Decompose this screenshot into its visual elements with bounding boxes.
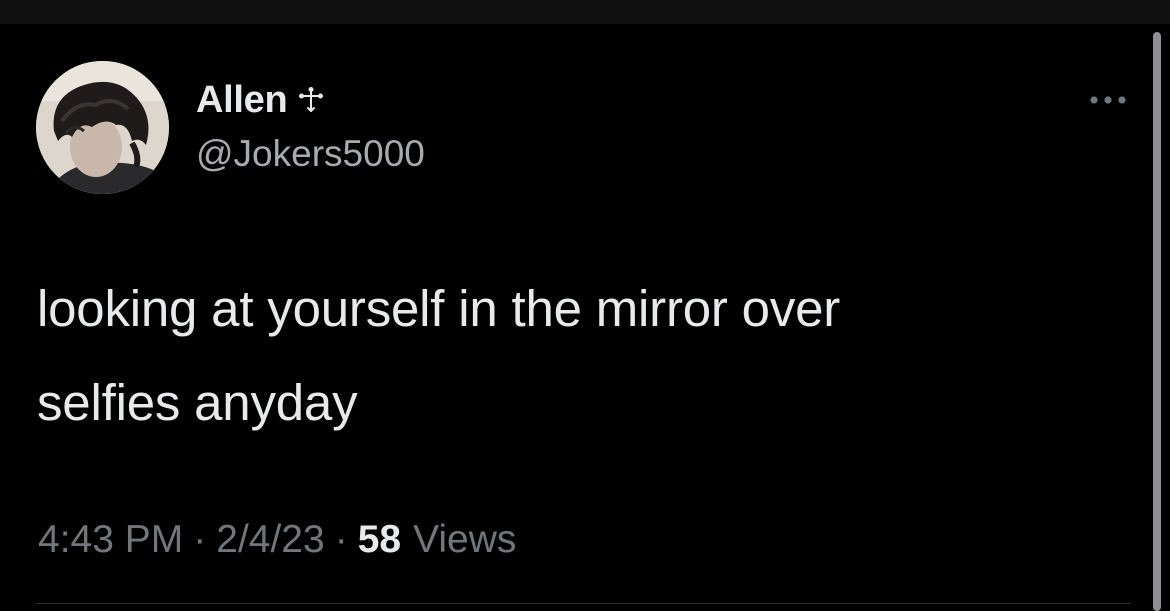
meta-separator: · [193, 518, 207, 561]
avatar[interactable] [36, 61, 169, 194]
scrollbar[interactable] [1153, 32, 1161, 611]
avatar-photo [36, 61, 169, 194]
author-display-name[interactable]: Allen [196, 79, 288, 122]
cross-icon [299, 87, 324, 113]
tweet-meta: 4:43 PM · 2/4/23 · 58 Views [38, 514, 516, 566]
meta-separator: · [334, 518, 348, 561]
tweet-text: looking at yourself in the mirror over s… [37, 262, 1117, 450]
author-handle[interactable]: @Jokers5000 [196, 130, 425, 178]
tweet-date[interactable]: 2/4/23 [216, 518, 324, 562]
more-options-icon [1090, 96, 1126, 104]
top-bar [0, 0, 1170, 24]
tweet-time[interactable]: 4:43 PM [38, 518, 183, 562]
tweet-text-line: looking at yourself in the mirror over [37, 280, 841, 337]
tweet-text-line: selfies anyday [37, 374, 358, 431]
author-name-row: Allen [196, 76, 324, 124]
divider [36, 603, 1130, 604]
views-count: 58 [357, 518, 402, 561]
views-label: Views [413, 518, 517, 561]
more-options-button[interactable] [1084, 86, 1132, 114]
